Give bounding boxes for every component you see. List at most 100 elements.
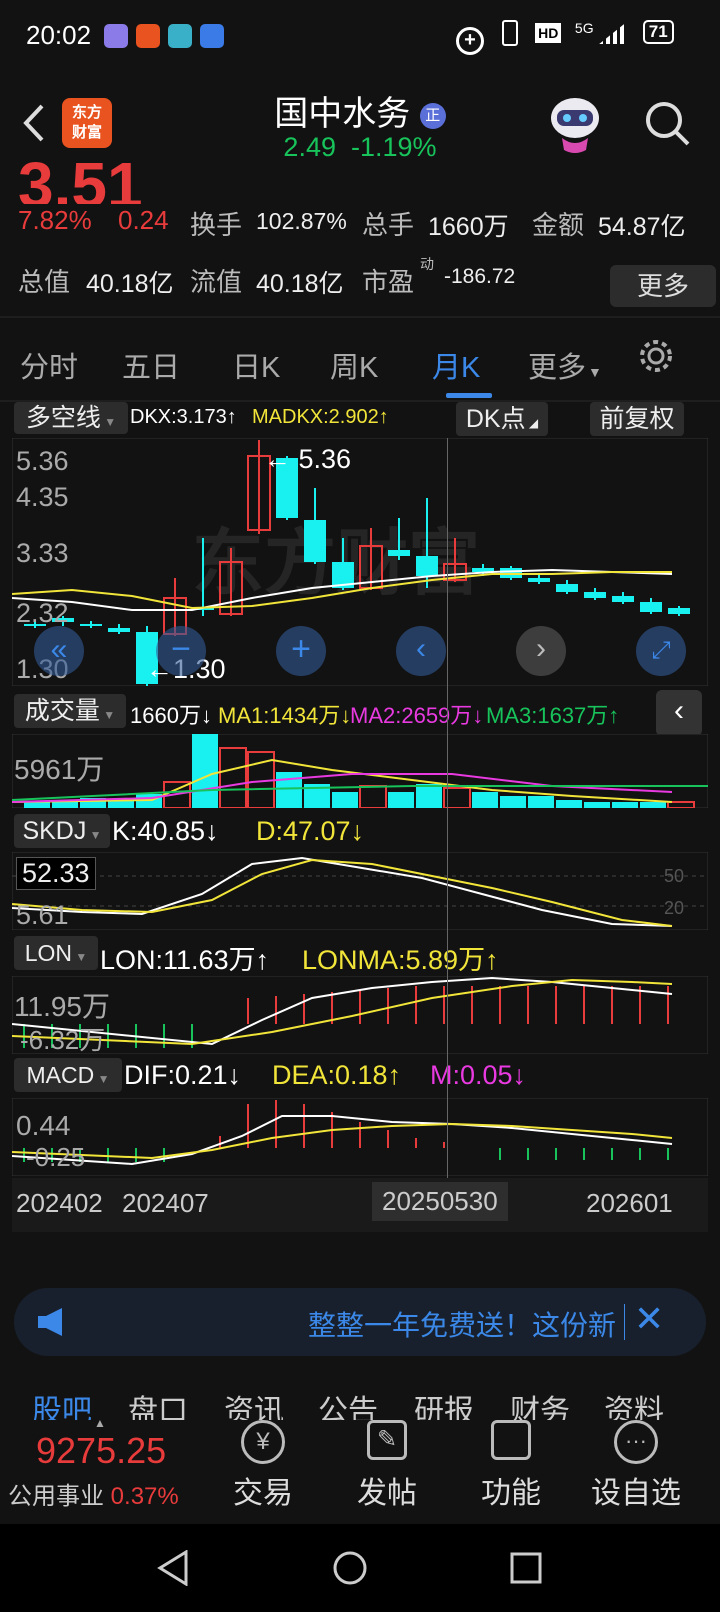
volume-bar: [332, 792, 358, 808]
dk-point-button[interactable]: DK点 ◢: [456, 402, 548, 436]
pct-change: 7.82%: [18, 205, 92, 235]
tab-weekly-k[interactable]: 周K: [330, 344, 378, 386]
more-dots-icon: ···: [614, 1420, 658, 1464]
stock-title: 国中水务 正: [0, 86, 720, 135]
current-price: 3.51: [18, 160, 143, 204]
volume-bar: [192, 734, 218, 808]
high-price-label: ← 5.36: [264, 444, 352, 474]
date-tick: 202402: [16, 1188, 103, 1218]
price-axis-tick: 5.36: [16, 446, 69, 476]
trade-button[interactable]: ¥ 交易: [228, 1420, 298, 1512]
settings-gear-icon[interactable]: [636, 336, 676, 376]
tab-intraday[interactable]: 分时: [20, 344, 78, 386]
volume-bar: [640, 802, 666, 808]
status-icons: + HD 5G 71: [456, 20, 674, 55]
signal-bars-icon: [599, 20, 630, 44]
candle: [416, 556, 438, 576]
fullscreen-icon[interactable]: ⤢: [636, 626, 686, 676]
zoom-in-icon[interactable]: +: [276, 626, 326, 676]
volume-bar: [612, 802, 638, 808]
volume-bar: [500, 796, 526, 808]
indicator-select[interactable]: 多空线 ▼: [14, 402, 128, 434]
lon-value: LON:11.63万↑: [100, 945, 270, 975]
scroll-left-icon[interactable]: ‹: [396, 626, 446, 676]
price-axis-tick: 3.33: [16, 538, 69, 568]
period-tabs: 分时 五日 日K 周K 月K 更多 ▼: [0, 330, 720, 400]
candle: [612, 596, 634, 602]
candle: [584, 592, 606, 598]
vibrate-icon: [501, 20, 518, 46]
abs-change: 0.24: [118, 205, 169, 235]
dkx-value: DKX:3.173↑: [130, 406, 237, 428]
candle: [640, 602, 662, 612]
skdj-ref-50: 50: [664, 866, 685, 886]
promo-banner[interactable]: 整整一年免费送！这份新 ✕: [14, 1288, 706, 1356]
app-notification-icons: [104, 24, 224, 53]
tab-more[interactable]: 更多 ▼: [528, 344, 602, 386]
candle: [668, 608, 690, 614]
edit-icon: ✎: [367, 1420, 407, 1460]
price-axis-tick: 4.35: [16, 482, 69, 512]
post-button[interactable]: ✎ 发帖: [352, 1420, 422, 1512]
macd-chart[interactable]: [12, 1098, 708, 1176]
nav-home-icon[interactable]: [332, 1550, 368, 1586]
lonma-value: LONMA:5.89万↑: [302, 945, 499, 975]
lon-indicator-select[interactable]: LON ▼: [14, 936, 98, 970]
badge-icon: 正: [419, 103, 446, 130]
promo-text: 整整一年免费送！这份新: [308, 1310, 617, 1341]
footer-action-bar: ▲ 9275.25 公用事业 0.37% ¥ 交易 ✎ 发帖 功能 ··· 设自…: [0, 1416, 720, 1524]
skdj-indicator-select[interactable]: SKDJ ▼: [14, 814, 110, 848]
tab-daily-k[interactable]: 日K: [232, 344, 280, 386]
caret-down-icon: ▼: [588, 364, 602, 380]
macd-dif: DIF:0.21↓: [124, 1060, 242, 1090]
system-nav-bar: [0, 1524, 720, 1612]
tab-five-day[interactable]: 五日: [122, 344, 180, 386]
vol-ma2: MA2:2659万↓: [350, 703, 484, 728]
scroll-right-icon[interactable]: ›: [516, 626, 566, 676]
search-icon[interactable]: [642, 98, 692, 148]
volume-bar: [388, 792, 414, 808]
candle: [304, 520, 326, 562]
price-axis-tick: 2.32: [16, 598, 69, 628]
macd-axis-tick: 0.44: [16, 1110, 71, 1141]
volume-indicator-select[interactable]: 成交量 ▼: [14, 694, 126, 728]
crosshair-line: [447, 438, 448, 1178]
nav-recents-icon[interactable]: [508, 1550, 544, 1586]
close-icon[interactable]: ✕: [634, 1298, 664, 1340]
skdj-k: K:40.85↓: [112, 816, 219, 846]
vol-ma1: MA1:1434万↓: [218, 703, 352, 728]
lon-axis-tick: 11.95万: [14, 991, 110, 1022]
nav-back-icon[interactable]: [156, 1550, 192, 1586]
skdj-chart[interactable]: [12, 852, 708, 930]
volume-chart[interactable]: [12, 734, 708, 808]
date-tick-highlight: 20250530: [372, 1182, 508, 1221]
hd-icon: HD: [535, 23, 562, 43]
candle: [556, 584, 578, 592]
tab-monthly-k[interactable]: 月K: [432, 344, 480, 386]
status-time: 20:02: [26, 20, 92, 50]
more-button[interactable]: 更多: [610, 265, 716, 307]
macd-indicator-select[interactable]: MACD ▼: [14, 1058, 122, 1092]
robot-assistant-icon[interactable]: [540, 88, 610, 158]
lon-chart[interactable]: [12, 976, 708, 1054]
function-button[interactable]: 功能: [476, 1420, 546, 1512]
chart-nav-buttons: « − + ‹ › ⤢: [0, 626, 720, 678]
madkx-value: MADKX:2.902↑: [252, 406, 389, 428]
signal-icon: 5G: [574, 20, 594, 36]
add-watchlist-button[interactable]: ··· 设自选: [586, 1420, 686, 1512]
candle: [528, 578, 550, 582]
yen-exchange-icon: ¥: [241, 1420, 285, 1464]
adjust-price-button[interactable]: 前复权: [590, 402, 684, 436]
megaphone-icon: [38, 1308, 62, 1336]
sector-index-value[interactable]: 9275.25: [36, 1430, 166, 1472]
collapse-panel-icon[interactable]: ‹: [656, 690, 702, 736]
stock-subtitle: 2.49 -1.19%: [283, 132, 437, 162]
volume-bar: [584, 802, 610, 808]
sector-index-name[interactable]: 公用事业 0.37%: [8, 1476, 179, 1511]
skdj-ref-20: 20: [664, 898, 685, 918]
candle: [388, 550, 410, 556]
active-tab-underline: [446, 393, 492, 398]
grid-apps-icon: [491, 1420, 531, 1460]
zoom-out-icon[interactable]: −: [156, 626, 206, 676]
scroll-left-fast-icon[interactable]: «: [34, 626, 84, 676]
